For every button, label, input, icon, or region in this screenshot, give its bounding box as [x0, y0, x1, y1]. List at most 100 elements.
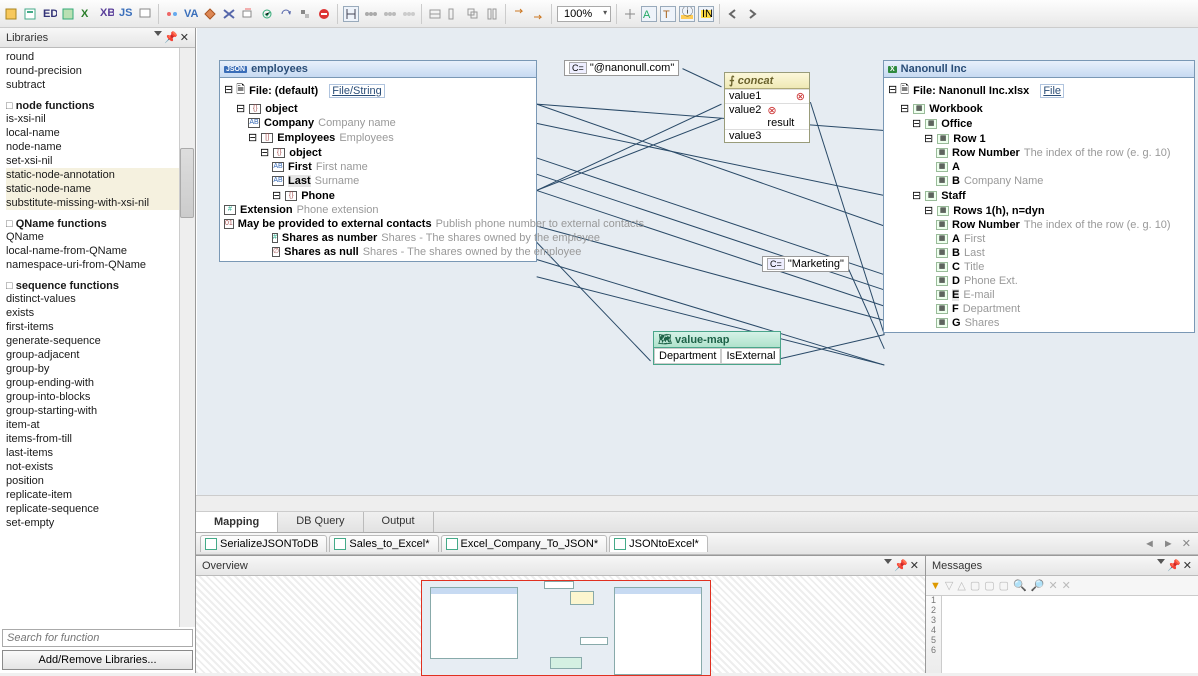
toolbar-icon[interactable]: JSON [118, 6, 134, 22]
target-tree-row[interactable]: ⊟ ▦ Workbook [888, 101, 1190, 116]
constant-email[interactable]: C= "@nanonull.com" [564, 60, 679, 76]
target-tree-row[interactable]: ▦ E E-mail [888, 288, 1190, 302]
target-tree-row[interactable]: ⊟ ▦ Staff [888, 188, 1190, 203]
tab-nav-left-icon[interactable]: ◄ [1141, 538, 1158, 550]
messages-ruler[interactable]: 123456 [926, 596, 942, 673]
libraries-scrollbar[interactable] [179, 48, 195, 627]
toolbar-icon[interactable] [137, 6, 153, 22]
overview-mini-canvas[interactable] [196, 576, 925, 673]
toolbar-icon[interactable] [511, 6, 527, 22]
library-item[interactable]: not-exists [6, 460, 193, 474]
toolbar-icon[interactable] [316, 6, 332, 22]
library-item[interactable]: substitute-missing-with-xsi-nil [6, 196, 193, 210]
msg-tool-icon[interactable]: △ [957, 579, 965, 592]
library-item[interactable]: items-from-till [6, 432, 193, 446]
close-icon[interactable]: ✕ [910, 559, 919, 572]
library-item[interactable]: static-node-annotation [6, 168, 193, 182]
toolbar-icon[interactable] [202, 6, 218, 22]
add-remove-libraries-button[interactable]: Add/Remove Libraries... [2, 650, 193, 670]
target-tree-row[interactable]: ▦ B Last [888, 246, 1190, 260]
dropdown-icon[interactable] [154, 31, 162, 36]
file-string-button[interactable]: File/String [329, 84, 385, 98]
library-item[interactable]: set-empty [6, 516, 193, 530]
toolbar-icon[interactable] [484, 6, 500, 22]
toolbar-icon[interactable] [278, 6, 294, 22]
source-tree-row[interactable]: # Shares as number Shares - The shares o… [224, 231, 532, 245]
msg-tool-icon[interactable]: ▢ [970, 579, 980, 592]
concat-function[interactable]: ⨍ concat value1⊗ value2⊗ result value3 [724, 72, 810, 143]
target-tree-row[interactable]: ▦ A First [888, 232, 1190, 246]
target-tree-row[interactable]: ▦ F Department [888, 302, 1190, 316]
msg-tool-icon[interactable]: ▢ [999, 579, 1009, 592]
toolbar-icon[interactable] [164, 6, 180, 22]
toolbar-icon[interactable] [61, 6, 77, 22]
library-item[interactable]: distinct-values [6, 292, 193, 306]
toolbar-icon[interactable] [427, 6, 443, 22]
library-item[interactable]: last-items [6, 446, 193, 460]
library-item[interactable]: subtract [6, 78, 193, 92]
tab-mapping[interactable]: Mapping [196, 512, 278, 532]
source-tree-row[interactable]: ⊟ {} object [224, 101, 532, 116]
target-tree-row[interactable]: ▦ B Company Name [888, 174, 1190, 188]
constant-marketing[interactable]: C= "Marketing" [762, 256, 849, 272]
toolbar-icon[interactable] [297, 6, 313, 22]
toolbar-icon[interactable] [4, 6, 20, 22]
nav-back-icon[interactable] [725, 6, 741, 22]
target-component[interactable]: XNanonull Inc ⊟ 🗎 File: Nanonull Inc.xls… [883, 60, 1195, 333]
toolbar-icon[interactable] [622, 6, 638, 22]
toolbar-icon[interactable]: X [80, 6, 96, 22]
msg-tool-icon[interactable]: ✕ [1048, 579, 1057, 592]
toolbar-icon[interactable]: EDI [42, 6, 58, 22]
toolbar-icon[interactable] [446, 6, 462, 22]
canvas-h-scrollbar[interactable] [196, 495, 1198, 511]
library-item[interactable]: namespace-uri-from-QName [6, 258, 193, 272]
toolbar-icon[interactable]: INFO [698, 6, 714, 22]
library-item[interactable]: is-xsi-nil [6, 112, 193, 126]
toolbar-icon[interactable] [465, 6, 481, 22]
dropdown-icon[interactable] [884, 559, 892, 564]
library-item[interactable]: replicate-item [6, 488, 193, 502]
library-item[interactable]: local-name-from-QName [6, 244, 193, 258]
target-tree-row[interactable]: ▦ A [888, 160, 1190, 174]
library-item[interactable]: group-ending-with [6, 376, 193, 390]
toolbar-icon[interactable] [381, 6, 397, 22]
tab-output[interactable]: Output [364, 512, 434, 532]
library-item[interactable]: first-items [6, 320, 193, 334]
source-tree-row[interactable]: AB Last Surname [224, 174, 532, 188]
library-item[interactable]: group-by [6, 362, 193, 376]
toolbar-icon[interactable] [343, 6, 359, 22]
library-item[interactable]: item-at [6, 418, 193, 432]
library-item[interactable]: group-starting-with [6, 404, 193, 418]
library-item[interactable]: replicate-sequence [6, 502, 193, 516]
msg-tool-icon[interactable]: ✕ [1062, 579, 1071, 592]
msg-tool-icon[interactable]: ▢ [984, 579, 994, 592]
library-search-input[interactable] [2, 629, 193, 647]
library-item[interactable]: static-node-name [6, 182, 193, 196]
msg-tool-icon[interactable]: 🔍 [1013, 579, 1027, 592]
library-item[interactable]: round [6, 50, 193, 64]
msg-tool-icon[interactable]: 🔎 [1031, 579, 1045, 592]
toolbar-icon[interactable] [23, 6, 39, 22]
nav-forward-icon[interactable] [744, 6, 760, 22]
tab-nav-right-icon[interactable]: ► [1160, 538, 1177, 550]
library-item[interactable]: round-precision [6, 64, 193, 78]
tab-db-query[interactable]: DB Query [278, 512, 363, 532]
file-tab[interactable]: SerializeJSONToDB [200, 535, 327, 552]
target-tree-row[interactable]: ⊟ ▦ Row 1 [888, 131, 1190, 146]
source-tree-row[interactable]: 01 May be provided to external contacts … [224, 217, 532, 231]
close-icon[interactable]: ✕ [180, 31, 189, 44]
toolbar-icon[interactable]: XBRL [99, 6, 115, 22]
source-tree-row[interactable]: AB First First name [224, 160, 532, 174]
library-item[interactable]: set-xsi-nil [6, 154, 193, 168]
target-tree-row[interactable]: ⊟ ▦ Rows 1(h), n=dyn [888, 203, 1190, 218]
mapping-canvas[interactable]: JSONemployees ⊟ 🗎 File: (default) File/S… [196, 28, 1198, 495]
target-tree-row[interactable]: ▦ Row Number The index of the row (e. g.… [888, 146, 1190, 160]
source-component[interactable]: JSONemployees ⊟ 🗎 File: (default) File/S… [219, 60, 537, 262]
source-tree-row[interactable]: # Extension Phone extension [224, 203, 532, 217]
source-tree-row[interactable]: AB Company Company name [224, 116, 532, 130]
target-tree-row[interactable]: ▦ G Shares [888, 316, 1190, 330]
file-tab[interactable]: JSONtoExcel* [609, 535, 708, 552]
close-icon[interactable]: ✕ [1183, 559, 1192, 572]
zoom-select[interactable]: 100% [557, 6, 611, 22]
tab-close-icon[interactable]: ✕ [1179, 537, 1194, 550]
